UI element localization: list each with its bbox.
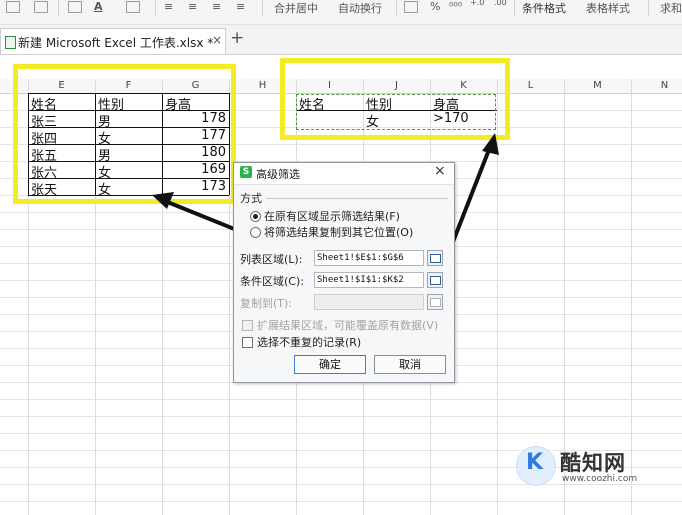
list-range-picker-icon[interactable] [427,250,443,266]
coozhi-logo-icon: K [516,446,556,486]
logo-letter: K [526,450,544,475]
in-place-radio[interactable] [250,211,261,222]
list-range-label: 列表区域(L): [240,253,303,266]
unique-records-checkbox[interactable] [242,337,253,348]
in-place-option-label[interactable]: 在原有区域显示筛选结果(F) [264,208,400,224]
list-arrow-head-icon [152,192,174,209]
advanced-filter-dialog: S 高级筛选 × 方式 在原有区域显示筛选结果(F) 将筛选结果复制到其它位置(… [233,162,455,383]
dialog-title: 高级筛选 [256,168,300,181]
expand-result-label: 扩展结果区域，可能覆盖原有数据(V) [257,319,439,332]
criteria-range-picker-icon[interactable] [427,272,443,288]
expand-result-checkbox[interactable] [242,320,253,331]
copy-to-radio[interactable] [250,227,261,238]
copy-to-input[interactable] [314,294,424,310]
wps-logo-icon: S [240,166,252,178]
ok-button[interactable]: 确定 [294,355,366,374]
copy-option-label[interactable]: 将筛选结果复制到其它位置(O) [264,224,413,240]
dialog-close-button[interactable]: × [434,163,446,179]
group-divider [266,198,448,199]
cancel-button[interactable]: 取消 [374,355,446,374]
criteria-range-input[interactable]: Sheet1!$I$1:$K$2 [314,272,424,288]
watermark-name: 酷知网 [560,451,626,475]
list-range-input[interactable]: Sheet1!$E$1:$G$6 [314,250,424,266]
copy-to-picker-icon[interactable] [427,294,443,310]
dialog-title-bar: S 高级筛选 × [234,163,454,185]
copy-to-label: 复制到(T): [240,297,293,310]
criteria-arrow-head-icon [482,133,499,155]
method-label: 方式 [240,192,262,205]
watermark-url: www.coozhi.com [562,474,638,484]
unique-records-label[interactable]: 选择不重复的记录(R) [257,334,361,350]
criteria-range-label: 条件区域(C): [240,275,304,288]
